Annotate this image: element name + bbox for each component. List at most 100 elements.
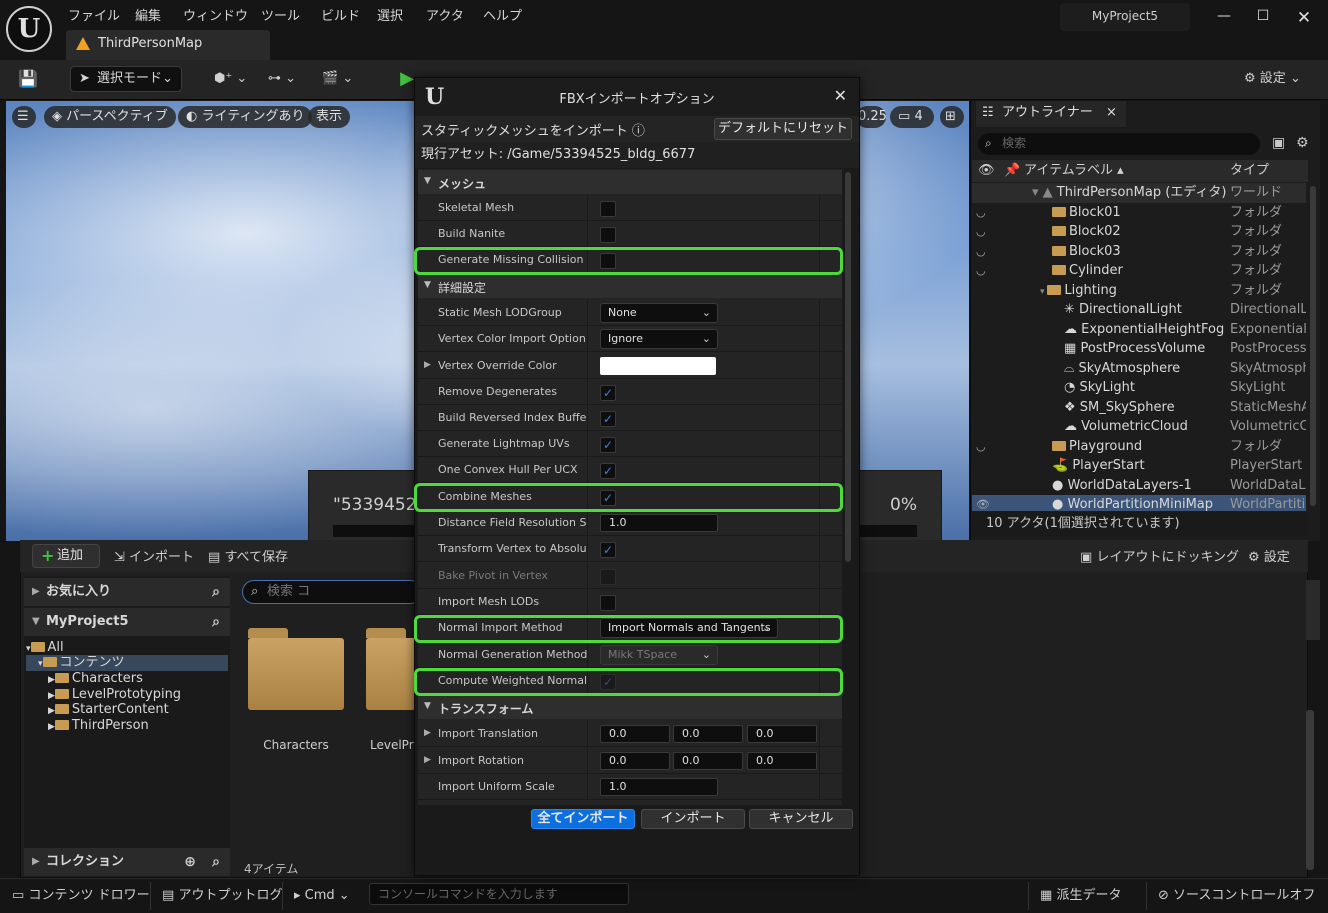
show-button[interactable]: 表示 <box>308 106 351 128</box>
outliner-row[interactable]: ◔ SkyLight SkyLight <box>972 378 1306 398</box>
project-section[interactable]: ▼ MyProject5 ⌕ <box>24 608 230 636</box>
menu-file[interactable]: ファイル <box>68 5 120 24</box>
settings-button[interactable]: ⚙ 設定 ⌄ <box>1244 66 1301 92</box>
menu-build[interactable]: ビルド <box>321 5 360 24</box>
add-folder-icon[interactable]: ▣ <box>1272 135 1285 151</box>
outliner-row[interactable]: ▦ PostProcessVolume PostProcessV <box>972 339 1306 359</box>
build-nanite-checkbox[interactable] <box>600 227 616 243</box>
output-log-button[interactable]: ▤ アウトプットログ <box>162 886 282 906</box>
folder-tile-level-prototyping[interactable]: LevelPro <box>366 628 421 752</box>
outliner-gear-icon[interactable]: ⚙ <box>1296 135 1309 151</box>
blueprint-icon[interactable]: ⊶ ⌄ <box>268 66 296 92</box>
outliner-search-input[interactable]: ⌕ 検索 <box>978 133 1260 155</box>
tab-third-person-map[interactable]: ThirdPersonMap <box>66 30 270 60</box>
content-browser-settings-button[interactable]: ⚙ 設定 <box>1248 546 1290 565</box>
menu-help[interactable]: ヘルプ <box>483 5 522 24</box>
lighting-button[interactable]: ◐ ライティングあり <box>178 106 313 128</box>
generate-lightmap-uvs-checkbox[interactable]: ✓ <box>600 437 616 453</box>
search-icon[interactable]: ⌕ <box>212 608 220 636</box>
translation-x-input[interactable]: 0.0 <box>600 725 670 743</box>
rotation-x-input[interactable]: 0.0 <box>600 752 670 770</box>
details-scrollbar[interactable] <box>1306 710 1314 870</box>
col-item-label[interactable]: アイテムラベル ▴ <box>1024 160 1124 182</box>
outliner-row[interactable]: ⌓ SkyAtmosphere SkyAtmosphe <box>972 359 1306 379</box>
close-icon[interactable]: ✕ <box>1294 8 1314 28</box>
viewport-menu-icon[interactable]: ☰ <box>12 106 36 128</box>
eye-icon[interactable]: ◡ <box>976 242 986 261</box>
outliner-row-selected[interactable]: 👁 ● WorldPartitionMiniMap WorldPartitio <box>972 495 1306 511</box>
unreal-logo-icon[interactable]: U <box>6 6 52 52</box>
menu-select[interactable]: 選択 <box>377 5 403 24</box>
add-actor-icon[interactable]: ⬢⁺ ⌄ <box>214 66 247 92</box>
outliner-row[interactable]: ✳ DirectionalLight DirectionalLig <box>972 300 1306 320</box>
remove-degenerates-checkbox[interactable]: ✓ <box>600 385 616 401</box>
tree-item-all[interactable]: ▾ All <box>26 640 228 656</box>
outliner-row[interactable]: ● WorldDataLayers-1 WorldDataLay <box>972 476 1306 496</box>
tree-item-characters[interactable]: ▶ Characters <box>26 671 143 687</box>
eye-icon[interactable]: ◡ <box>976 261 986 280</box>
expand-icon[interactable]: ▶ <box>424 360 431 370</box>
expand-icon[interactable]: ▶ <box>424 755 431 765</box>
outliner-row[interactable]: ☁ ExponentialHeightFog ExponentialH <box>972 320 1306 340</box>
outliner-row[interactable]: ▾ ▲ ThirdPersonMap (エディタ) ワールド <box>972 183 1306 203</box>
cinematics-icon[interactable]: 🎬 ⌄ <box>322 66 353 92</box>
outliner-row[interactable]: ▾ Lighting フォルダ <box>972 281 1306 301</box>
tree-item-third-person[interactable]: ▶ ThirdPerson <box>26 718 149 734</box>
normal-generation-dropdown[interactable]: Mikk TSpace ⌄ <box>600 645 718 665</box>
maximize-icon[interactable]: ☐ <box>1253 8 1273 28</box>
content-search-input[interactable]: ⌕ 検索 コ <box>242 580 422 604</box>
import-button[interactable]: インポート <box>641 809 745 829</box>
source-control-button[interactable]: ⊘ ソースコントロールオフ <box>1158 886 1315 906</box>
dialog-scrollbar[interactable] <box>845 172 851 562</box>
collections-section[interactable]: ▶ コレクション ⊕ ⌕ <box>24 848 230 876</box>
category-transform[interactable]: ▼ トランスフォーム <box>418 695 842 719</box>
outliner-row[interactable]: ◡ Block02 フォルダ <box>972 222 1306 242</box>
uniform-scale-input[interactable]: 1.0 <box>600 778 718 796</box>
rotation-z-input[interactable]: 0.0 <box>747 752 817 770</box>
bake-pivot-checkbox[interactable] <box>600 569 616 585</box>
menu-edit[interactable]: 編集 <box>135 5 161 24</box>
content-drawer-button[interactable]: ▭ コンテンツ ドロワー <box>12 886 150 906</box>
eye-icon[interactable]: 👁 <box>976 495 990 511</box>
outliner-tab[interactable]: ☷ アウトライナー × <box>976 101 1126 127</box>
favorites-section[interactable]: ▶ お気に入り ⌕ <box>24 578 230 606</box>
col-type[interactable]: タイプ <box>1230 160 1269 182</box>
search-icon[interactable]: ⌕ <box>212 848 220 876</box>
eye-icon[interactable]: ◡ <box>976 437 986 456</box>
skeletal-mesh-checkbox[interactable] <box>600 201 616 217</box>
cmd-dropdown[interactable]: ▸ Cmd ⌄ <box>294 886 350 906</box>
derived-data-button[interactable]: ▦ 派生データ <box>1040 886 1121 906</box>
mode-select-button[interactable]: ➤ 選択モード ⌄ <box>70 66 182 92</box>
close-icon[interactable]: ✕ <box>834 86 847 105</box>
menu-actor[interactable]: アクタ <box>426 5 464 24</box>
close-tab-icon[interactable]: × <box>1106 101 1117 125</box>
minimize-icon[interactable]: — <box>1214 8 1234 28</box>
eye-icon[interactable]: ◡ <box>976 203 986 222</box>
import-all-button[interactable]: 全てインポート <box>531 809 635 829</box>
folder-tile-characters[interactable]: Characters <box>248 628 344 752</box>
import-mesh-lods-checkbox[interactable] <box>600 595 616 611</box>
translation-y-input[interactable]: 0.0 <box>673 725 743 743</box>
menu-tools[interactable]: ツール <box>261 5 300 24</box>
outliner-row[interactable]: ◡ Playground フォルダ <box>972 437 1306 457</box>
perspective-button[interactable]: ◈ パースペクティブ <box>44 106 176 128</box>
menu-window[interactable]: ウィンドウ <box>183 5 248 24</box>
outliner-row[interactable]: ❖ SM_SkySphere StaticMeshAc <box>972 398 1306 418</box>
camera-speed-value[interactable]: 0.25 <box>856 106 887 128</box>
category-advanced[interactable]: ▼ 詳細設定 <box>418 274 842 298</box>
add-collection-icon[interactable]: ⊕ <box>184 848 196 876</box>
reset-to-default-button[interactable]: デフォルトにリセット <box>714 118 852 140</box>
cancel-button[interactable]: キャンセル <box>749 809 853 829</box>
layout-icon[interactable]: ⊞ <box>940 106 964 128</box>
outliner-row[interactable]: ⛳ PlayerStart PlayerStart <box>972 456 1306 476</box>
rotation-y-input[interactable]: 0.0 <box>673 752 743 770</box>
outliner-row[interactable]: ◡ Block03 フォルダ <box>972 242 1306 262</box>
add-button[interactable]: + 追加 <box>32 544 100 568</box>
transform-vertex-checkbox[interactable]: ✓ <box>600 542 616 558</box>
vertex-override-color-swatch[interactable] <box>600 357 716 375</box>
camera-speed-button[interactable]: ▭ 4 <box>890 106 934 128</box>
help-icon[interactable]: ⓘ <box>632 124 645 139</box>
outliner-row[interactable]: ☁ VolumetricCloud VolumetricClo <box>972 417 1306 437</box>
one-convex-hull-checkbox[interactable]: ✓ <box>600 463 616 479</box>
outliner-row[interactable]: ◡ Cylinder フォルダ <box>972 261 1306 281</box>
